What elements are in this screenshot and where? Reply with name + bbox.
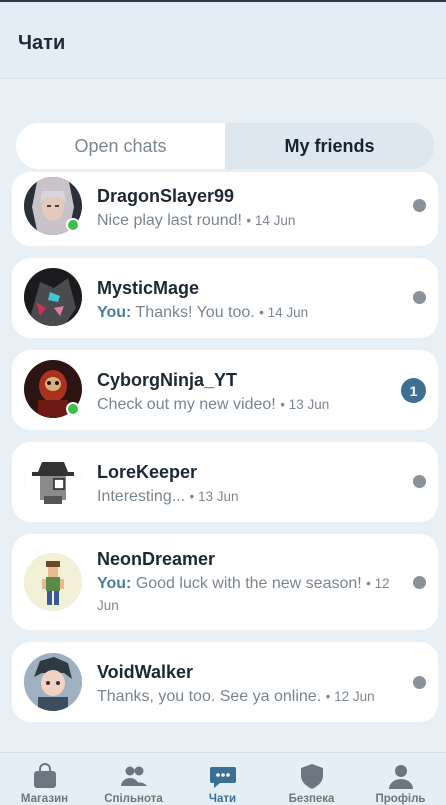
- last-message: Interesting... • 13 Jun: [97, 486, 407, 508]
- unread-count-badge: 1: [401, 378, 426, 403]
- message-text: Thanks! You too.: [135, 304, 255, 321]
- contact-name: DragonSlayer99: [97, 186, 235, 206]
- shop-bag-icon: [33, 763, 56, 788]
- message-date: • 14 Jun: [259, 305, 309, 320]
- online-indicator: [66, 402, 80, 416]
- avatar: [24, 268, 82, 326]
- nav-label: Чати: [208, 793, 237, 805]
- nav-chats[interactable]: Чати: [178, 753, 267, 805]
- chat-item[interactable]: CyborgNinja_YT Check out my new video! •…: [12, 350, 438, 430]
- nav-label: Профіль: [375, 793, 426, 805]
- avatar: [24, 452, 82, 510]
- chat-tabs: Open chats My friends: [16, 123, 434, 169]
- contact-name: MysticMage: [97, 278, 200, 298]
- nav-profile[interactable]: Профіль: [356, 753, 445, 805]
- status-dot: [413, 199, 426, 212]
- status-dot: [413, 291, 426, 304]
- status-dot: [413, 576, 426, 589]
- status-dot: [413, 475, 426, 488]
- nav-security[interactable]: Безпека: [267, 753, 356, 805]
- last-message: Check out my new video! • 13 Jun: [97, 394, 407, 416]
- message-text: Interesting...: [97, 488, 186, 505]
- profile-icon: [388, 765, 413, 789]
- chat-item[interactable]: VoidWalker Thanks, you too. See ya onlin…: [12, 642, 438, 722]
- nav-label: Спільнота: [104, 793, 163, 805]
- message-text: Check out my new video!: [97, 396, 276, 413]
- nav-shop[interactable]: Магазин: [0, 753, 89, 805]
- last-message: Thanks, you too. See ya online. • 12 Jun: [97, 686, 407, 708]
- chat-item[interactable]: NeonDreamer You: Good luck with the new …: [12, 534, 438, 630]
- status-dot: [413, 676, 426, 689]
- online-indicator: [66, 218, 80, 232]
- chat-item[interactable]: MysticMage You: Thanks! You too. • 14 Ju…: [12, 258, 438, 338]
- message-text: Thanks, you too. See ya online.: [97, 688, 322, 705]
- last-message: You: Thanks! You too. • 14 Jun: [97, 302, 407, 324]
- contact-name: CyborgNinja_YT: [97, 370, 238, 390]
- you-prefix: You:: [97, 304, 132, 321]
- contact-name: LoreKeeper: [97, 462, 198, 482]
- avatar: [24, 653, 82, 711]
- message-text: Nice play last round!: [97, 212, 242, 229]
- bottom-navigation: Магазин Спільнота Чати Безпека Профіль: [0, 752, 446, 805]
- chat-icon: [209, 767, 236, 788]
- you-prefix: You:: [97, 575, 132, 592]
- last-message: Nice play last round! • 14 Jun: [97, 210, 407, 232]
- chat-item[interactable]: LoreKeeper Interesting... • 13 Jun: [12, 442, 438, 522]
- community-icon: [120, 766, 147, 786]
- shield-icon: [300, 764, 323, 789]
- message-date: • 13 Jun: [189, 489, 239, 504]
- message-date: • 14 Jun: [246, 213, 296, 228]
- chat-item[interactable]: DragonSlayer99 Nice play last round! • 1…: [12, 172, 438, 246]
- message-date: • 12 Jun: [325, 689, 375, 704]
- nav-community[interactable]: Спільнота: [89, 753, 178, 805]
- avatar: [24, 553, 82, 611]
- tab-my-friends[interactable]: My friends: [225, 123, 434, 169]
- tab-open-chats[interactable]: Open chats: [16, 123, 225, 169]
- last-message: You: Good luck with the new season! • 12…: [97, 573, 407, 617]
- nav-label: Безпека: [288, 793, 335, 805]
- message-date: • 13 Jun: [280, 397, 330, 412]
- contact-name: VoidWalker: [97, 662, 194, 682]
- contact-name: NeonDreamer: [97, 549, 216, 569]
- message-text: Good luck with the new season!: [135, 575, 362, 592]
- app-header: Чати: [0, 2, 446, 79]
- page-title: Чати: [18, 32, 66, 54]
- nav-label: Магазин: [20, 793, 69, 805]
